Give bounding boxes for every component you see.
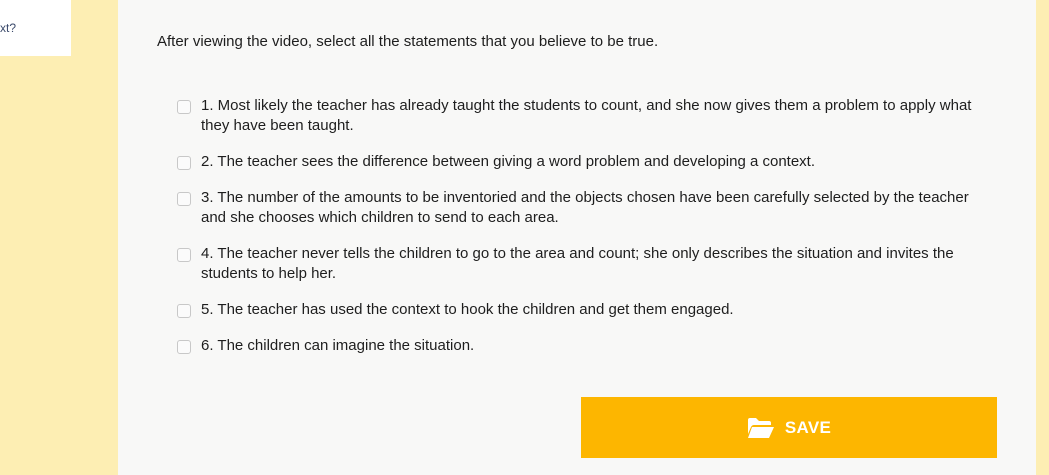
option-1-label[interactable]: 1. Most likely the teacher has already t…: [201, 96, 976, 136]
sidebar-card-text: xt?: [0, 21, 17, 35]
option-3-label[interactable]: 3. The number of the amounts to be inven…: [201, 188, 976, 228]
question-instruction: After viewing the video, select all the …: [157, 33, 659, 50]
option-6[interactable]: 6. The children can imagine the situatio…: [177, 336, 977, 356]
option-1[interactable]: 1. Most likely the teacher has already t…: [177, 96, 977, 136]
option-6-checkbox[interactable]: [177, 340, 191, 354]
option-3-checkbox[interactable]: [177, 192, 191, 206]
save-button-label: SAVE: [784, 417, 832, 437]
option-2-checkbox[interactable]: [177, 156, 191, 170]
option-6-label[interactable]: 6. The children can imagine the situatio…: [201, 336, 976, 356]
option-1-checkbox[interactable]: [177, 100, 191, 114]
page-background-right: [1036, 0, 1049, 475]
option-5-checkbox[interactable]: [177, 304, 191, 318]
sidebar-card[interactable]: xt?: [0, 0, 71, 56]
option-5[interactable]: 5. The teacher has used the context to h…: [177, 300, 977, 320]
save-button[interactable]: SAVE: [581, 397, 997, 458]
option-5-label[interactable]: 5. The teacher has used the context to h…: [201, 300, 976, 320]
folder-open-icon: [747, 417, 775, 439]
option-4-label[interactable]: 4. The teacher never tells the children …: [201, 244, 976, 284]
page-background-left: [0, 0, 118, 475]
option-4-checkbox[interactable]: [177, 248, 191, 262]
option-2-label[interactable]: 2. The teacher sees the difference betwe…: [201, 152, 976, 172]
option-3[interactable]: 3. The number of the amounts to be inven…: [177, 188, 977, 228]
option-4[interactable]: 4. The teacher never tells the children …: [177, 244, 977, 284]
option-2[interactable]: 2. The teacher sees the difference betwe…: [177, 152, 977, 172]
